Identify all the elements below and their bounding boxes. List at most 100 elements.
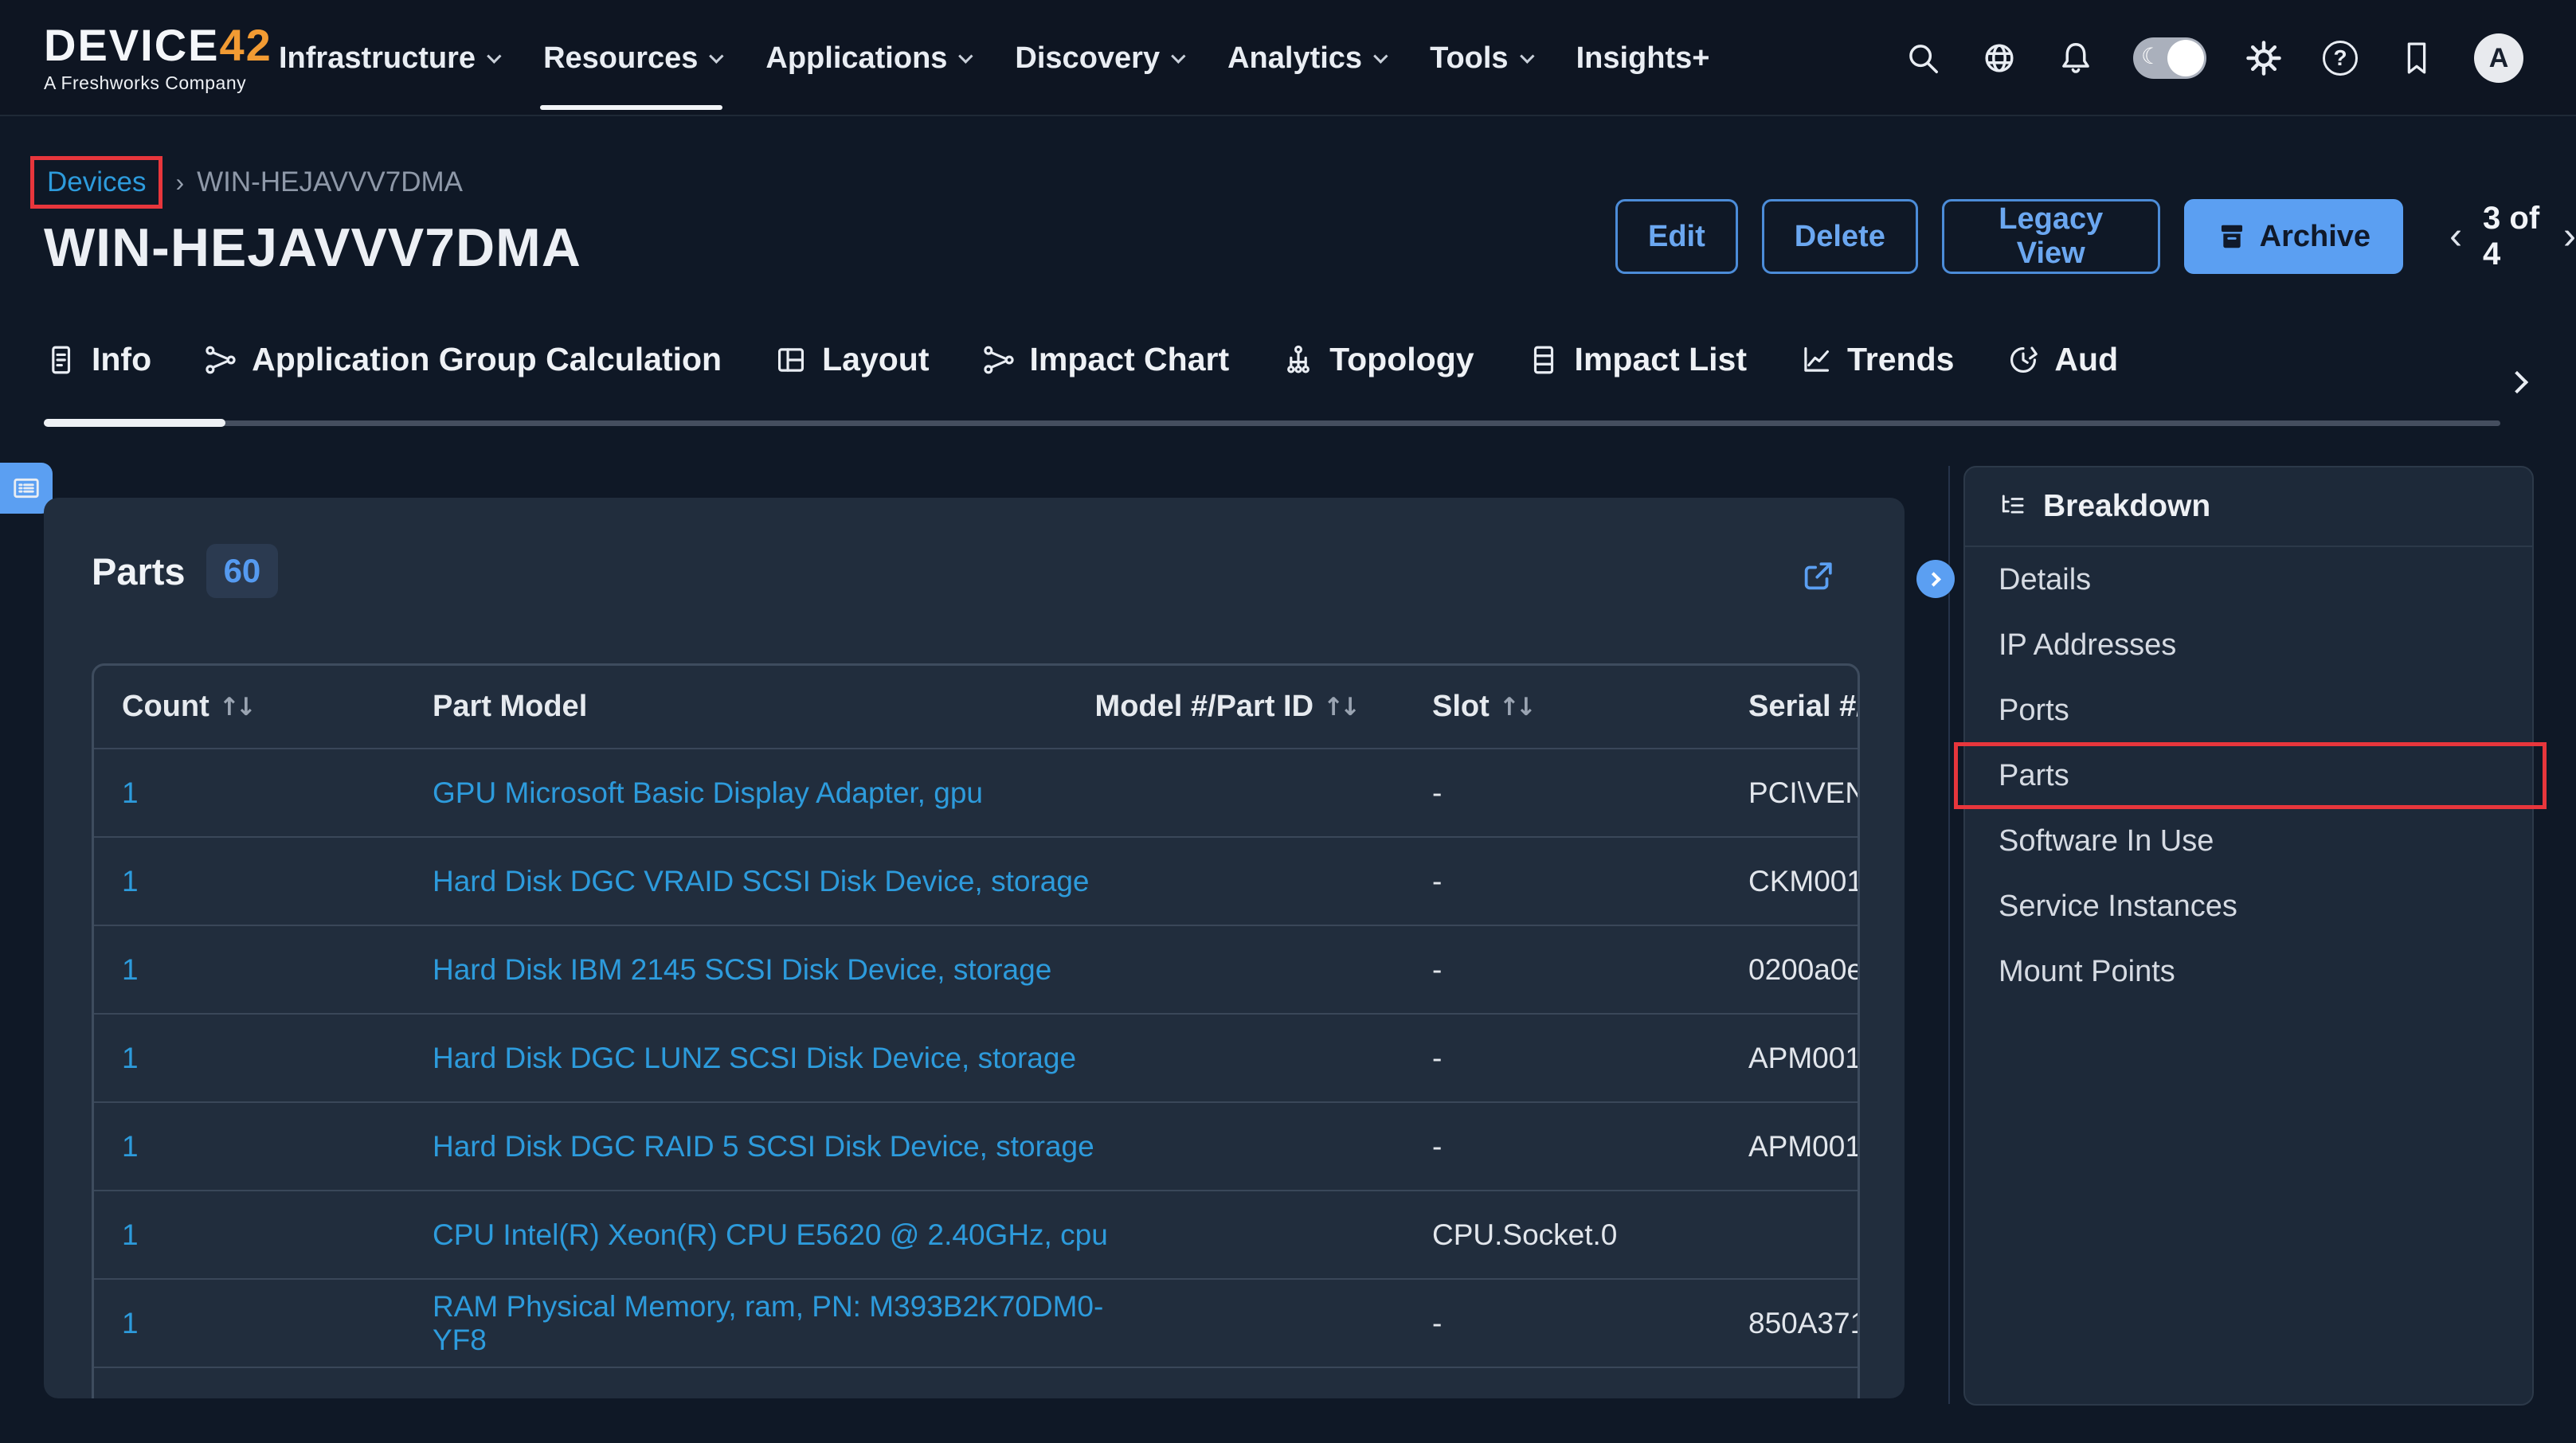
breadcrumb-separator: › bbox=[175, 168, 184, 197]
table-row: 1Hard Disk DGC LUNZ SCSI Disk Device, st… bbox=[94, 1013, 1858, 1101]
part-model-link[interactable]: Hard Disk IBM 2145 SCSI Disk Device, sto… bbox=[433, 953, 1118, 987]
breadcrumb-current: WIN-HEJAVVV7DMA bbox=[197, 166, 463, 198]
column-header-part-model: Part Model bbox=[433, 690, 1118, 724]
help-icon[interactable]: ? bbox=[2321, 39, 2359, 77]
rows-icon bbox=[1527, 343, 1560, 377]
tab-label: Layout bbox=[822, 341, 929, 378]
part-count-link[interactable]: 1 bbox=[94, 1130, 433, 1163]
tab-label: Topology bbox=[1329, 341, 1474, 378]
tab-application-group-calculation[interactable]: Application Group Calculation bbox=[204, 341, 722, 378]
settings-gear-icon[interactable] bbox=[2245, 39, 2283, 77]
nav-item-tools[interactable]: Tools bbox=[1430, 0, 1530, 116]
chevron-down-icon bbox=[487, 49, 501, 63]
sidebar-item-mount-points[interactable]: Mount Points bbox=[1965, 939, 2532, 1004]
column-header-count[interactable]: Count↑↓ bbox=[94, 690, 433, 724]
part-model-link[interactable]: GPU Microsoft Basic Display Adapter, gpu bbox=[433, 776, 1118, 810]
tab-impact-chart[interactable]: Impact Chart bbox=[982, 341, 1230, 378]
column-header-slot[interactable]: Slot ↑↓ bbox=[1357, 690, 1691, 724]
pager-next-icon[interactable]: › bbox=[2563, 217, 2576, 256]
nav-active-underline bbox=[540, 105, 722, 110]
main-menu: Infrastructure Resources Applications Disco… bbox=[279, 0, 1709, 116]
slot-cell: - bbox=[1357, 1130, 1691, 1163]
sort-arrows-icon[interactable]: ↑↓ bbox=[1499, 693, 1533, 722]
sidebar-item-service-instances[interactable]: Service Instances bbox=[1965, 874, 2532, 939]
nav-item-label: Applications bbox=[765, 41, 947, 76]
sidebar-item-details[interactable]: Details bbox=[1965, 547, 2532, 612]
tab-label: Application Group Calculation bbox=[252, 341, 722, 378]
tab-impact-list[interactable]: Impact List bbox=[1527, 341, 1747, 378]
nav-item-label: Tools bbox=[1430, 41, 1509, 76]
part-model-link[interactable]: Hard Disk DGC VRAID SCSI Disk Device, st… bbox=[433, 865, 1118, 898]
logo-tagline: A Freshworks Company bbox=[44, 72, 272, 94]
serial-cell: PCI\VEN_1 bbox=[1691, 776, 1858, 810]
breadcrumb-highlight-box: Devices bbox=[30, 156, 162, 209]
sidebar-item-parts[interactable]: Parts bbox=[1965, 743, 2532, 808]
part-count-link[interactable]: 1 bbox=[94, 953, 433, 987]
archive-icon bbox=[2217, 221, 2247, 252]
column-header-label: Slot bbox=[1432, 690, 1490, 724]
nav-item-infrastructure[interactable]: Infrastructure bbox=[279, 0, 497, 116]
table-row: 1Hard Disk IBM 2145 SCSI Disk Device, st… bbox=[94, 925, 1858, 1013]
serial-cell: APM00125 bbox=[1691, 1042, 1858, 1075]
part-model-link[interactable]: Hard Disk DGC RAID 5 SCSI Disk Device, s… bbox=[433, 1130, 1118, 1163]
share-nodes-icon bbox=[204, 343, 237, 377]
breakdown-title: Breakdown bbox=[2043, 489, 2210, 524]
part-count-link[interactable]: 1 bbox=[94, 776, 433, 810]
part-count-link[interactable]: 1 bbox=[94, 865, 433, 898]
search-icon[interactable] bbox=[1904, 39, 1942, 77]
column-header-model-part-id[interactable]: Model #/Part ID↑↓ bbox=[1118, 690, 1357, 724]
tab-info[interactable]: Info bbox=[44, 341, 151, 378]
part-model-link[interactable]: Hard Disk DGC LUNZ SCSI Disk Device, sto… bbox=[433, 1042, 1118, 1075]
tab-aud[interactable]: Aud bbox=[2006, 341, 2118, 378]
nav-item-applications[interactable]: Applications bbox=[765, 0, 969, 116]
sidebar-item-software-in-use[interactable]: Software In Use bbox=[1965, 808, 2532, 874]
sort-arrows-icon[interactable]: ↑↓ bbox=[1323, 693, 1357, 722]
tab-topology[interactable]: Topology bbox=[1282, 341, 1474, 378]
parts-count-badge: 60 bbox=[206, 544, 279, 598]
collapse-sidebar-button[interactable] bbox=[1916, 560, 1955, 598]
sidebar-item-label: Details bbox=[1999, 563, 2091, 597]
column-header-serial-h: Serial #/H bbox=[1691, 690, 1858, 724]
tabs-overflow-chevron-icon[interactable] bbox=[2506, 371, 2528, 393]
nav-item-insights[interactable]: Insights+ bbox=[1576, 0, 1710, 116]
nav-item-resources[interactable]: Resources bbox=[543, 0, 719, 116]
sidebar-item-ports[interactable]: Ports bbox=[1965, 678, 2532, 743]
serial-cell: CKM0016 bbox=[1691, 865, 1858, 898]
chevron-down-icon bbox=[1520, 49, 1534, 63]
breadcrumb-devices-link[interactable]: Devices bbox=[47, 166, 146, 197]
nav-item-analytics[interactable]: Analytics bbox=[1227, 0, 1384, 116]
device42-logo[interactable]: DEVICE42 A Freshworks Company bbox=[44, 19, 272, 94]
part-model-link[interactable]: RAM Physical Memory, ram, PN: M393B2K70D… bbox=[433, 1290, 1118, 1357]
nav-item-label: Analytics bbox=[1227, 41, 1362, 76]
table-row: 1GPU Microsoft Basic Display Adapter, gp… bbox=[94, 748, 1858, 836]
device-tabs: Info Application Group Calculation Layout I… bbox=[44, 341, 2118, 378]
edit-button[interactable]: Edit bbox=[1615, 199, 1738, 274]
legacy-view-button[interactable]: Legacy View bbox=[1942, 199, 2160, 274]
sort-arrows-icon[interactable]: ↑↓ bbox=[219, 693, 253, 722]
sidebar-item-label: IP Addresses bbox=[1999, 628, 2176, 663]
chevron-down-icon bbox=[959, 49, 973, 63]
delete-button[interactable]: Delete bbox=[1762, 199, 1918, 274]
tab-trends[interactable]: Trends bbox=[1799, 341, 1954, 378]
breakdown-list: Details IP Addresses PortsPartsSoftware In… bbox=[1965, 547, 2532, 1004]
archive-button[interactable]: Archive bbox=[2184, 199, 2403, 274]
nav-item-discovery[interactable]: Discovery bbox=[1015, 0, 1181, 116]
part-count-link[interactable]: 1 bbox=[94, 1042, 433, 1075]
dark-mode-toggle[interactable]: ☾ bbox=[2133, 37, 2206, 79]
open-parts-external-icon[interactable] bbox=[1799, 558, 1836, 595]
slot-cell: - bbox=[1357, 776, 1691, 810]
globe-icon[interactable] bbox=[1980, 39, 2018, 77]
table-header-row: Count↑↓Part ModelModel #/Part ID↑↓ Slot ↑↓… bbox=[94, 666, 1858, 748]
toggle-knob bbox=[2167, 40, 2204, 76]
pager-prev-icon[interactable]: ‹ bbox=[2449, 217, 2462, 256]
bookmark-icon[interactable] bbox=[2398, 39, 2436, 77]
notifications-bell-icon[interactable] bbox=[2057, 39, 2095, 77]
tab-layout[interactable]: Layout bbox=[774, 341, 929, 378]
sidebar-item-ip-addresses[interactable]: IP Addresses bbox=[1965, 612, 2532, 678]
user-avatar[interactable]: A bbox=[2474, 33, 2523, 83]
part-count-link[interactable]: 1 bbox=[94, 1218, 433, 1252]
part-count-link[interactable]: 1 bbox=[94, 1307, 433, 1340]
tab-label: Impact Chart bbox=[1030, 341, 1230, 378]
sidebar-item-label: Service Instances bbox=[1999, 890, 2237, 924]
part-model-link[interactable]: CPU Intel(R) Xeon(R) CPU E5620 @ 2.40GHz… bbox=[433, 1218, 1118, 1252]
